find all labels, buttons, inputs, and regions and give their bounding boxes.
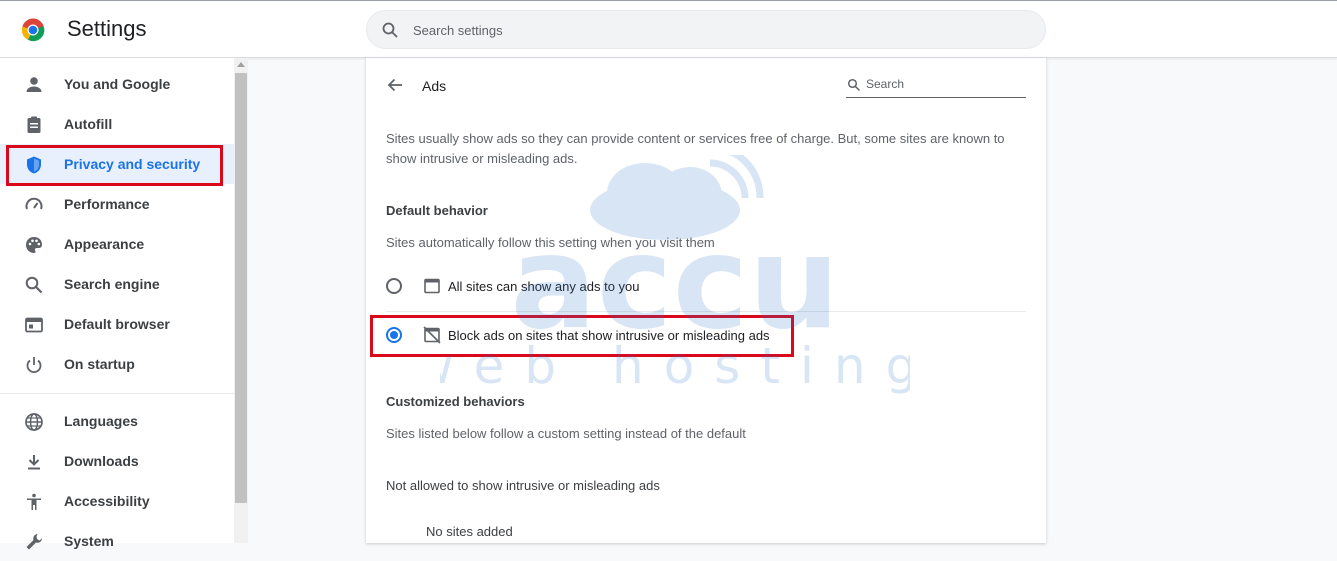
sidebar-item-label: Default browser [64,316,170,332]
highlight-box-privacy [6,145,223,186]
scrollbar-thumb[interactable] [235,73,247,503]
ads-description: Sites usually show ads so they can provi… [386,131,1005,166]
sidebar-item-accessibility[interactable]: Accessibility [0,481,234,521]
sidebar-item-on-startup[interactable]: On startup [0,344,234,384]
sidebar-item-label: Search engine [64,276,160,292]
customized-behaviors-heading: Customized behaviors [386,394,525,409]
customized-behaviors-subtext: Sites listed below follow a custom setti… [386,426,746,441]
highlight-box-block-ads [370,315,794,357]
page-search-placeholder: Search [866,77,905,91]
sidebar-item-label: Accessibility [64,493,150,509]
clipboard-icon [27,116,41,133]
ads-settings-card: Ads Search Sites usually show ads so the… [366,58,1046,543]
not-allowed-heading: Not allowed to show intrusive or mislead… [386,478,660,493]
download-icon [28,455,40,470]
default-behavior-subtext: Sites automatically follow this setting … [386,235,715,250]
option-allow-all-ads[interactable]: All sites can show any ads to you [366,263,1046,311]
globe-icon [25,413,43,431]
chrome-logo-icon [21,18,45,42]
sidebar-item-downloads[interactable]: Downloads [0,441,234,481]
sidebar-item-label: Performance [64,196,150,212]
accessibility-icon [27,493,41,510]
app-title: Settings [67,16,147,41]
option-label: All sites can show any ads to you [448,279,640,294]
page-search-input[interactable]: Search [846,74,1026,98]
back-arrow-icon[interactable] [386,76,404,94]
palette-icon [26,237,42,253]
sidebar-item-languages[interactable]: Languages [0,401,234,441]
sidebar-item-label: Downloads [64,453,139,469]
sidebar-item-system[interactable]: System [0,521,234,561]
sidebar-item-default-browser[interactable]: Default browser [0,304,234,344]
sidebar-scrollbar[interactable] [234,58,248,543]
search-settings-input[interactable]: Search settings [366,10,1046,49]
sidebar-item-search-engine[interactable]: Search engine [0,264,234,304]
browser-window-icon [25,317,43,333]
sidebar-divider [0,393,234,394]
power-icon [26,357,42,374]
sidebar-item-you-and-google[interactable]: You and Google [0,64,234,104]
no-sites-added-text: No sites added [426,524,513,539]
sidebar-item-appearance[interactable]: Appearance [0,224,234,264]
search-icon [847,78,861,92]
radio-allow-all-ads[interactable] [386,278,402,294]
search-icon [382,22,398,38]
scroll-up-arrow-icon[interactable] [237,62,245,67]
sidebar-item-label: Autofill [64,116,113,132]
sidebar-item-label: Languages [64,413,138,429]
sidebar-item-label: You and Google [64,76,171,92]
default-behavior-heading: Default behavior [386,203,488,218]
wrench-icon [26,534,42,550]
sidebar-item-autofill[interactable]: Autofill [0,104,234,144]
sidebar-item-label: System [64,533,114,549]
sidebar: You and Google Autofill Privacy and secu… [0,58,234,550]
ad-window-icon [424,278,440,294]
person-icon [26,77,42,92]
page-title: Ads [422,78,447,94]
top-bar: Settings Search settings [0,0,1337,58]
speedometer-icon [25,197,43,210]
search-placeholder: Search settings [413,23,503,38]
sidebar-item-label: On startup [64,356,135,372]
sidebar-item-performance[interactable]: Performance [0,184,234,224]
sidebar-item-label: Appearance [64,236,145,252]
search-icon [25,276,43,294]
